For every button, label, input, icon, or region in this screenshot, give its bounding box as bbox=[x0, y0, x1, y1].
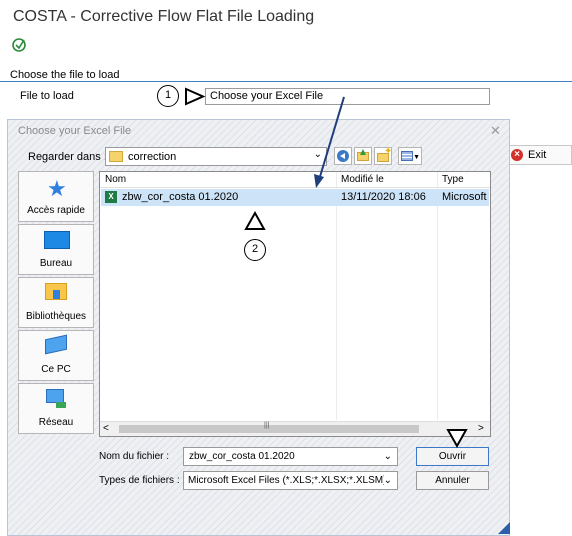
back-button[interactable] bbox=[334, 147, 352, 165]
execute-icon[interactable] bbox=[11, 37, 27, 53]
cancel-button[interactable]: Annuler bbox=[416, 471, 489, 490]
up-folder-button[interactable] bbox=[354, 147, 372, 165]
place-this-pc[interactable]: Ce PC bbox=[18, 330, 94, 381]
dialog-title: Choose your Excel File bbox=[18, 125, 132, 137]
scrollbar-grip-icon: ||| bbox=[264, 422, 270, 429]
file-list[interactable]: Nom Modifié le Type X zbw_cor_costa 01.2… bbox=[99, 171, 491, 437]
resize-grip-icon[interactable] bbox=[498, 522, 510, 534]
look-in-value: correction bbox=[128, 150, 177, 163]
new-folder-button[interactable]: ✦ bbox=[374, 146, 392, 165]
column-divider bbox=[437, 172, 438, 420]
file-to-load-input[interactable]: Choose your Excel File bbox=[205, 88, 490, 105]
place-label: Accès rapide bbox=[27, 205, 85, 216]
folder-icon bbox=[109, 151, 123, 162]
column-header-date[interactable]: Modifié le bbox=[341, 174, 384, 185]
file-to-load-label: File to load bbox=[20, 90, 74, 102]
chevron-down-icon: ⌄ bbox=[313, 149, 322, 160]
place-network[interactable]: Réseau bbox=[18, 383, 94, 434]
page-title: COSTA - Corrective Flow Flat File Loadin… bbox=[13, 8, 315, 25]
file-date-cell: 13/11/2020 18:06 bbox=[341, 191, 426, 203]
excel-file-icon: X bbox=[105, 191, 117, 203]
places-bar: ★ Accès rapide Bureau Bibliothèques Ce P… bbox=[18, 171, 95, 434]
look-in-dropdown[interactable]: correction ⌄ bbox=[105, 147, 327, 166]
chevron-down-icon[interactable]: ⌄ bbox=[383, 475, 392, 486]
place-label: Bibliothèques bbox=[25, 311, 87, 322]
this-pc-icon bbox=[45, 334, 67, 355]
scrollbar-thumb[interactable]: ||| bbox=[119, 422, 419, 433]
view-list-icon bbox=[401, 151, 413, 161]
annotation-step-1: 1 bbox=[157, 85, 179, 107]
view-menu-button[interactable]: ▼ bbox=[398, 147, 422, 165]
column-header-type[interactable]: Type bbox=[442, 174, 464, 185]
file-type-select[interactable]: Microsoft Excel Files (*.XLS;*.XLSX;*.XL… bbox=[183, 471, 398, 490]
file-name-value: zbw_cor_costa 01.2020 bbox=[189, 451, 295, 462]
chevron-down-icon[interactable]: ⌄ bbox=[384, 451, 392, 462]
place-label: Bureau bbox=[39, 258, 73, 269]
close-icon[interactable]: ✕ bbox=[490, 123, 501, 139]
place-desktop[interactable]: Bureau bbox=[18, 224, 94, 275]
place-label: Ce PC bbox=[41, 364, 71, 375]
table-row[interactable]: X zbw_cor_costa 01.2020 13/11/2020 18:06… bbox=[101, 189, 489, 206]
file-name-input[interactable]: zbw_cor_costa 01.2020 ⌄ bbox=[183, 447, 398, 466]
scroll-right-icon[interactable]: > bbox=[478, 423, 484, 434]
column-header-name[interactable]: Nom bbox=[105, 174, 126, 185]
file-type-cell: Microsoft bbox=[442, 191, 487, 203]
exit-button[interactable]: × Exit bbox=[505, 145, 572, 165]
section-title: Choose the file to load bbox=[10, 69, 120, 81]
section-divider bbox=[0, 81, 572, 82]
open-button[interactable]: Ouvrir bbox=[416, 447, 489, 466]
network-icon bbox=[46, 389, 66, 408]
exit-label: Exit bbox=[528, 149, 547, 161]
file-list-header: Nom Modifié le Type bbox=[100, 172, 490, 188]
look-in-label: Regarder dans : bbox=[28, 151, 107, 163]
file-name-label: Nom du fichier : bbox=[99, 451, 170, 462]
desktop-icon bbox=[44, 231, 70, 249]
quick-access-star-icon: ★ bbox=[47, 176, 67, 201]
place-quick-access[interactable]: ★ Accès rapide bbox=[18, 171, 94, 222]
libraries-icon bbox=[45, 283, 67, 300]
file-open-dialog: Choose your Excel File ✕ Regarder dans :… bbox=[7, 119, 510, 536]
annotation-step-2: 2 bbox=[244, 239, 266, 261]
annotation-triangle-right bbox=[185, 87, 206, 106]
scroll-left-icon[interactable]: < bbox=[103, 423, 109, 434]
back-arrow-icon bbox=[337, 150, 349, 162]
exit-icon: × bbox=[511, 149, 523, 161]
column-divider bbox=[336, 172, 337, 420]
file-type-value: Microsoft Excel Files (*.XLS;*.XLSX;*.XL… bbox=[188, 475, 387, 486]
place-label: Réseau bbox=[38, 417, 74, 428]
place-libraries[interactable]: Bibliothèques bbox=[18, 277, 94, 328]
file-name-cell: zbw_cor_costa 01.2020 bbox=[122, 191, 239, 203]
file-type-label: Types de fichiers : bbox=[99, 475, 180, 486]
horizontal-scrollbar[interactable]: < ||| > bbox=[100, 421, 490, 436]
